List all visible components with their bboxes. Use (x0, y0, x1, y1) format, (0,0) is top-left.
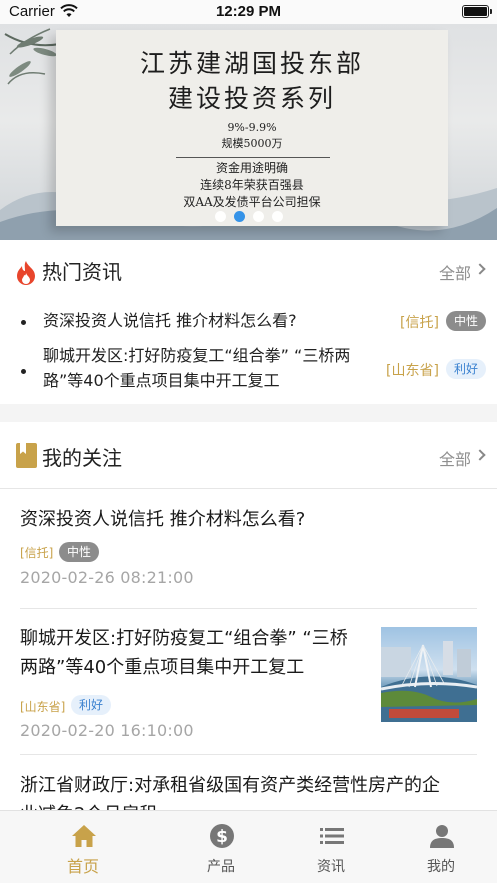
carousel-dot-active[interactable] (233, 211, 245, 222)
article-thumbnail[interactable] (381, 627, 477, 722)
hot-news-headline-line2: 路”等40个重点项目集中开工复工 (43, 371, 280, 390)
clock: 12:29 PM (215, 3, 282, 20)
dollar-coin-icon: $ (210, 824, 234, 848)
home-icon (72, 825, 96, 847)
bookmark-book-icon (16, 443, 37, 468)
list-icon (320, 828, 344, 844)
chevron-right-icon[interactable] (474, 449, 486, 461)
hot-news-headline: 资深投资人说信托 推介材料怎么看? (43, 311, 297, 330)
hot-news-title: 热门资讯 (42, 260, 122, 284)
fire-icon (17, 261, 35, 285)
bullet (21, 320, 26, 325)
banner-feature: 双AA及发债平台公司担保 (183, 195, 321, 209)
article-title-line1: 聊城开发区:打好防疫复工“组合拳” “三桥 (20, 628, 348, 649)
article-date: 2020-02-26 08:21:00 (20, 568, 194, 587)
following-item[interactable]: 资深投资人说信托 推介材料怎么看? [信托] 中性 2020-02-26 08:… (0, 489, 497, 609)
banner-divider (176, 157, 330, 158)
bridge-photo (381, 641, 477, 722)
svg-text:$: $ (216, 827, 228, 847)
article-title-line2: 业减免2个月房租 (20, 800, 157, 810)
sentiment-badge: 利好 (446, 359, 487, 379)
following-all-link[interactable]: 全部 (439, 446, 471, 470)
article-title-line1: 浙江省财政厅:对承租省级国有资产类经营性房产的企 (20, 775, 441, 796)
category-tag: [信托] (20, 546, 54, 560)
following-item[interactable]: 浙江省财政厅:对承租省级国有资产类经营性房产的企 业减免2个月房租 (0, 755, 497, 810)
tab-home[interactable]: 首页 (21, 811, 145, 883)
bottom-tab-bar: 首页 $ 产品 资讯 我的 (0, 810, 497, 883)
carousel-dot[interactable] (271, 211, 283, 222)
article-title-line2: 两路”等40个重点项目集中开工复工 (20, 657, 305, 678)
carousel-dot[interactable] (214, 211, 226, 222)
tab-products[interactable]: $ 产品 (159, 811, 283, 883)
article-date: 2020-02-20 16:10:00 (20, 721, 194, 740)
user-icon (430, 825, 454, 848)
tab-label: 资讯 (317, 859, 345, 875)
hot-news-section: 热门资讯 全部 资深投资人说信托 推介材料怎么看? [信托] 中性 聊城开发区:… (0, 240, 497, 404)
hot-news-item[interactable]: 聊城开发区:打好防疫复工“组合拳” “三桥两 路”等40个重点项目集中开工复工 … (0, 342, 497, 398)
hot-news-headline-line1: 聊城开发区:打好防疫复工“组合拳” “三桥两 (43, 346, 351, 365)
article-title: 资深投资人说信托 推介材料怎么看? (20, 509, 306, 530)
tab-label: 首页 (66, 857, 99, 876)
sentiment-badge: 利好 (71, 695, 112, 715)
banner-title-line2: 建设投资系列 (167, 84, 336, 113)
hot-news-header: 热门资讯 全部 (0, 240, 497, 302)
category-tag: [山东省] (20, 700, 66, 714)
chevron-right-icon[interactable] (474, 263, 486, 275)
banner-rate: 9%-9.9% (227, 121, 277, 134)
tab-mine[interactable]: 我的 (379, 811, 497, 883)
battery-icon (462, 5, 492, 18)
banner-title-line1: 江苏建湖国投东部 (139, 49, 364, 78)
carousel-indicator (0, 211, 497, 222)
home-screen: Carrier 12:29 PM 江苏建湖国投东部 建设投资系列 9%-9.9%… (0, 0, 497, 883)
following-title: 我的关注 (42, 446, 122, 470)
sentiment-badge: 中性 (446, 311, 487, 331)
carousel-dot[interactable] (252, 211, 264, 222)
sentiment-badge: 中性 (59, 542, 100, 562)
following-header: 我的关注 全部 (0, 422, 497, 488)
banner-feature: 资金用途明确 (215, 161, 288, 175)
category-tag: [信托] (400, 315, 439, 331)
tab-label: 产品 (207, 859, 235, 875)
hot-news-item[interactable]: 资深投资人说信托 推介材料怎么看? [信托] 中性 (0, 302, 497, 342)
bullet (21, 369, 26, 374)
banner-scale: 规模5000万 (221, 137, 283, 150)
status-bar: Carrier 12:29 PM (0, 0, 497, 24)
tab-label: 我的 (427, 859, 455, 875)
category-tag: [山东省] (386, 363, 439, 379)
hot-news-all-link[interactable]: 全部 (439, 260, 471, 284)
promo-banner[interactable]: 江苏建湖国投东部 建设投资系列 9%-9.9% 规模5000万 资金用途明确 连… (0, 24, 497, 240)
banner-feature: 连续8年荣获百强县 (200, 178, 304, 192)
tab-news[interactable]: 资讯 (269, 811, 393, 883)
